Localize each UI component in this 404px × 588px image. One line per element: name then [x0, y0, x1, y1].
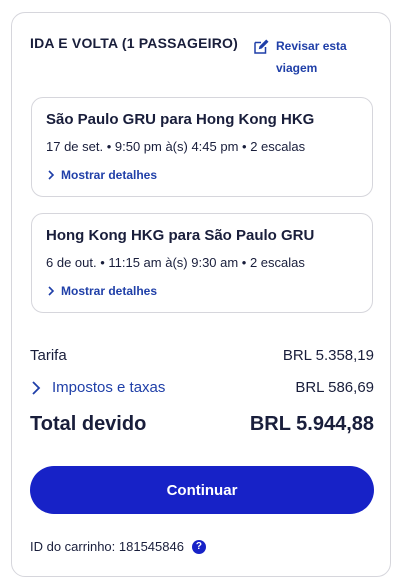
- taxes-toggle[interactable]: Impostos e taxas: [30, 379, 165, 396]
- leg-times: 6 de out. • 11:15 am à(s) 9:30 am • 2 es…: [46, 255, 305, 270]
- show-details-link[interactable]: Mostrar detalhes: [46, 284, 157, 298]
- review-trip-link[interactable]: Revisar esta viagem: [252, 35, 372, 79]
- chevron-right-icon: [32, 380, 41, 395]
- total-value: BRL 5.944,88: [249, 413, 374, 435]
- help-icon[interactable]: ?: [191, 539, 206, 554]
- continue-button[interactable]: Continuar: [30, 466, 374, 514]
- taxes-label: Impostos e taxas: [52, 379, 166, 396]
- trip-type-title: IDA E VOLTA (1 PASSAGEIRO): [30, 35, 238, 51]
- total-label: Total devido: [30, 413, 147, 435]
- review-trip-label: Revisar esta viagem: [276, 39, 347, 75]
- leg-route: São Paulo GRU para Hong Kong HKG: [46, 111, 315, 128]
- show-details-label: Mostrar detalhes: [61, 168, 158, 182]
- show-details-label: Mostrar detalhes: [61, 284, 158, 298]
- cart-id: ID do carrinho: 181545846 ?: [30, 539, 206, 554]
- total-row: Total devido BRL 5.944,88: [30, 413, 374, 436]
- edit-pencil-icon: [254, 39, 269, 54]
- trip-summary-card: IDA E VOLTA (1 PASSAGEIRO) Revisar esta …: [11, 12, 391, 577]
- fare-row: Tarifa BRL 5.358,19: [30, 347, 374, 364]
- taxes-value: BRL 586,69: [295, 379, 374, 396]
- cart-id-label: ID do carrinho: 181545846: [30, 539, 184, 554]
- chevron-right-icon: [48, 286, 55, 296]
- fare-label: Tarifa: [30, 347, 67, 364]
- chevron-right-icon: [48, 170, 55, 180]
- flight-leg-outbound: São Paulo GRU para Hong Kong HKG 17 de s…: [31, 97, 373, 197]
- fare-value: BRL 5.358,19: [282, 347, 374, 364]
- show-details-link[interactable]: Mostrar detalhes: [46, 168, 157, 182]
- taxes-row: Impostos e taxas BRL 586,69: [30, 379, 374, 396]
- leg-route: Hong Kong HKG para São Paulo GRU: [46, 227, 315, 244]
- flight-leg-return: Hong Kong HKG para São Paulo GRU 6 de ou…: [31, 213, 373, 313]
- leg-times: 17 de set. • 9:50 pm à(s) 4:45 pm • 2 es…: [46, 139, 306, 154]
